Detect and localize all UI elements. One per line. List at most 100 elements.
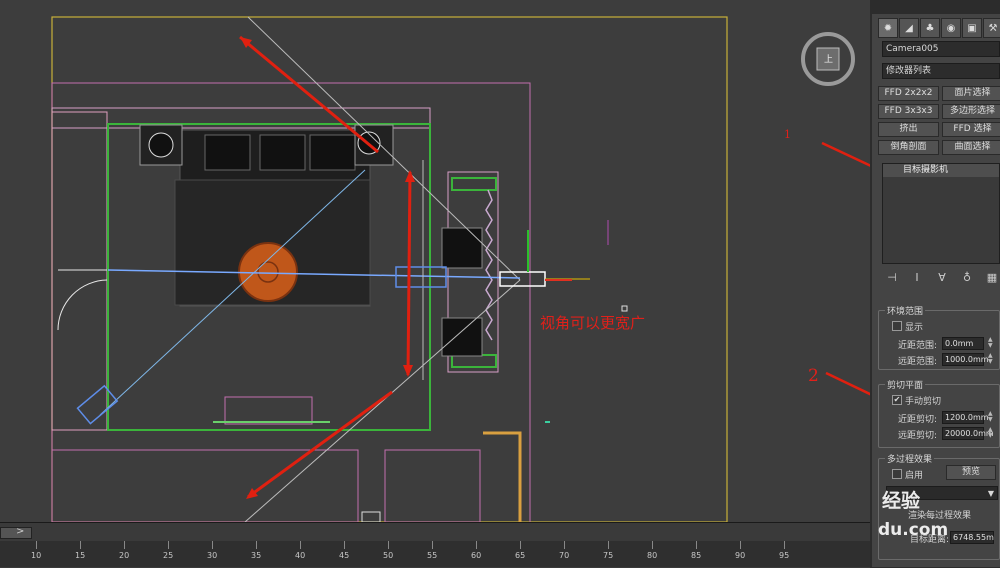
next-frame-arrow[interactable]: >: [16, 526, 28, 538]
stack-item-target-camera[interactable]: 目标摄影机: [883, 164, 999, 177]
door-arc: [57, 279, 108, 331]
fov-line-bottom: [244, 279, 521, 522]
configure-sets-icon[interactable]: ▦: [984, 270, 1000, 286]
ruler-tick: [124, 541, 125, 549]
ruler-tick-label: 50: [383, 551, 394, 560]
bench: [224, 396, 313, 425]
timeline[interactable]: > 10 15 20 25 30 35 40 45 50 55 60 65 70 75 80 85 90 95: [0, 522, 870, 568]
chair-bottom: [441, 317, 483, 357]
env-range-title: 环境范围: [885, 304, 926, 317]
near-range-input[interactable]: 0.0mm: [942, 337, 984, 350]
multipass-enable-label: 启用: [905, 471, 924, 481]
show-label: 显示: [905, 323, 924, 333]
ruler-tick: [300, 541, 301, 549]
pillow-left: [204, 134, 251, 171]
ffd-3x3x3-button[interactable]: FFD 3x3x3: [878, 104, 939, 119]
multipass-enable-checkbox[interactable]: [892, 469, 902, 479]
ffd-select-button[interactable]: FFD 选择: [942, 122, 1000, 137]
marker-1: 1: [784, 128, 791, 141]
manual-clip-checkbox[interactable]: ✔: [892, 395, 902, 405]
ruler-tick: [696, 541, 697, 549]
preview-button[interactable]: 预览: [946, 465, 996, 480]
clip-planes-title: 剪切平面: [885, 378, 926, 391]
bevel-profile-button[interactable]: 倒角剖面: [878, 140, 939, 155]
extrude-button[interactable]: 挤出: [878, 122, 939, 137]
ruler-tick-label: 10: [31, 551, 42, 560]
wall-left: [51, 111, 108, 431]
ruler-tick-label: 90: [735, 551, 746, 560]
ruler-tick: [784, 541, 785, 549]
near-range-spinner[interactable]: ▲ ▼: [988, 337, 994, 349]
wall-bottom-left: [51, 449, 359, 522]
multipass-title: 多过程效果: [885, 452, 935, 465]
motion-icon[interactable]: ◉: [941, 18, 961, 38]
red-arrow-1: [821, 141, 870, 167]
ruler-tick: [652, 541, 653, 549]
watermark-text: 经验: [882, 490, 921, 512]
ruler-tick: [212, 541, 213, 549]
ruler-tick-label: 95: [779, 551, 790, 560]
ruler-tick-label: 70: [559, 551, 570, 560]
ruler-tick-label: 65: [515, 551, 526, 560]
create-icon[interactable]: ✹: [878, 18, 898, 38]
ruler-tick: [476, 541, 477, 549]
safe-frame: [51, 16, 728, 522]
ruler-tick: [36, 541, 37, 549]
panel-tabs: ✹ ◢ ♣ ◉ ▣ ⚒: [878, 18, 1000, 38]
show-checkbox[interactable]: [892, 321, 902, 331]
chair-top: [441, 227, 483, 269]
ruler-tick-label: 25: [163, 551, 174, 560]
far-clip-input[interactable]: 20000.0mm: [942, 427, 994, 440]
ruler-tick-label: 40: [295, 551, 306, 560]
wall-bottom-right: [384, 449, 481, 522]
dropdown-arrow-icon: ▼: [987, 489, 994, 498]
display-icon[interactable]: ▣: [962, 18, 982, 38]
modifier-list-dropdown[interactable]: 修改器列表: [882, 63, 1000, 79]
modifier-stack[interactable]: 目标摄影机: [882, 163, 1000, 264]
surface-select-button[interactable]: 曲面选择: [942, 140, 1000, 155]
near-clip-spinner[interactable]: ▲ ▼: [988, 411, 994, 423]
near-clip-input[interactable]: 1200.0mm: [942, 411, 989, 424]
stack-toolbar: ⊣ Ⅰ ∀ ♁ ▦: [884, 270, 1000, 286]
track-ruler[interactable]: 10 15 20 25 30 35 40 45 50 55 60 65 70 75 80 85 90 95: [0, 541, 870, 567]
red-arrow-bottom: [247, 390, 393, 499]
ruler-tick-label: 20: [119, 551, 130, 560]
poly-select-button[interactable]: 多边形选择: [942, 104, 1000, 119]
camera-body: [499, 271, 546, 287]
manual-clip-label: 手动剪切: [905, 397, 942, 407]
marker-2: 2: [808, 366, 819, 386]
pillow-mid: [259, 134, 306, 171]
target-distance-input[interactable]: 6748.55m: [950, 531, 994, 544]
far-range-input[interactable]: 1000.0mm: [942, 353, 989, 366]
top-viewport[interactable]: 视角可以更宽广 1 2 上: [0, 0, 870, 522]
far-clip-spinner[interactable]: ▲ ▼: [988, 427, 994, 439]
modify-icon[interactable]: ◢: [899, 18, 919, 38]
command-panel: ✹ ◢ ♣ ◉ ▣ ⚒ Camera005 修改器列表 FFD 2x2x2 面片…: [872, 14, 1000, 567]
viewcube-label[interactable]: 上: [824, 52, 833, 65]
annotation-wider-view: 视角可以更宽广: [540, 314, 646, 332]
ruler-tick-label: 45: [339, 551, 350, 560]
ruler-tick: [740, 541, 741, 549]
ruler-tick: [520, 541, 521, 549]
far-range-spinner[interactable]: ▲ ▼: [988, 353, 994, 365]
ffd-2x2x2-button[interactable]: FFD 2x2x2: [878, 86, 939, 101]
utilities-icon[interactable]: ⚒: [983, 18, 1000, 38]
pipe: [483, 431, 522, 522]
near-range-label: 近距范围:: [898, 341, 938, 351]
pin-stack-icon[interactable]: ⊣: [884, 270, 900, 286]
ruler-tick: [344, 541, 345, 549]
far-clip-label: 远距剪切:: [898, 431, 938, 441]
hierarchy-icon[interactable]: ♣: [920, 18, 940, 38]
ruler-tick: [432, 541, 433, 549]
object-name-field[interactable]: Camera005: [882, 41, 1000, 57]
lamp-left: [148, 132, 174, 158]
patch-select-button[interactable]: 面片选择: [942, 86, 1000, 101]
show-end-result-icon[interactable]: Ⅰ: [909, 270, 925, 286]
ruler-tick: [168, 541, 169, 549]
make-unique-icon[interactable]: ∀: [934, 270, 950, 286]
viewport-drawing: [51, 16, 870, 522]
red-arrow-vertical: [406, 171, 412, 376]
remove-modifier-icon[interactable]: ♁: [959, 270, 975, 286]
ruler-tick: [388, 541, 389, 549]
ruler-tick-label: 30: [207, 551, 218, 560]
